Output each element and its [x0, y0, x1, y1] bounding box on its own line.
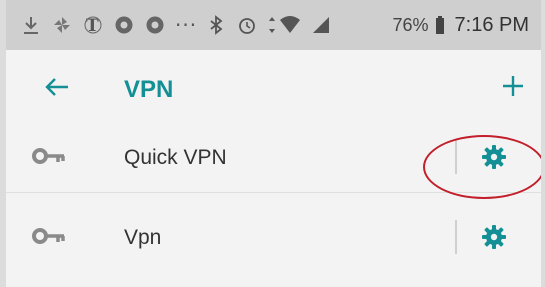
page-title: VPN [124, 76, 174, 103]
wifi-icon [279, 14, 301, 36]
bluetooth-icon [205, 14, 227, 36]
pinwheel-icon [51, 14, 73, 36]
gear-icon[interactable] [481, 224, 507, 250]
divider [455, 220, 457, 254]
vpn-name: Quick VPN [124, 146, 227, 169]
phone-screen: T ··· 76% 7:16 PM VPN Quick VPN Vpn [6, 0, 541, 287]
download-icon [20, 14, 42, 36]
app-bar: VPN [6, 50, 541, 122]
chrome-icon-2 [144, 14, 166, 36]
status-right: 76% 7:16 PM [392, 0, 529, 50]
newspaper-icon: T [82, 14, 104, 36]
data-arrows-icon [267, 14, 277, 36]
signal-icon [310, 14, 332, 36]
battery-icon [435, 14, 445, 36]
arrow-left-icon[interactable] [44, 74, 70, 100]
status-icons: T ··· [20, 0, 341, 50]
key-icon [32, 146, 68, 166]
chrome-icon [113, 14, 135, 36]
plus-icon[interactable] [499, 72, 527, 100]
clock: 7:16 PM [454, 13, 529, 36]
alarm-icon [236, 14, 258, 36]
vpn-row-vpn[interactable]: Vpn [6, 202, 541, 272]
key-icon [32, 226, 68, 246]
vpn-name: Vpn [124, 226, 162, 249]
battery-percent: 76% [392, 14, 429, 35]
highlight-circle [423, 135, 541, 199]
status-bar: T ··· 76% 7:16 PM [6, 0, 541, 50]
more-dots-icon: ··· [175, 13, 198, 37]
